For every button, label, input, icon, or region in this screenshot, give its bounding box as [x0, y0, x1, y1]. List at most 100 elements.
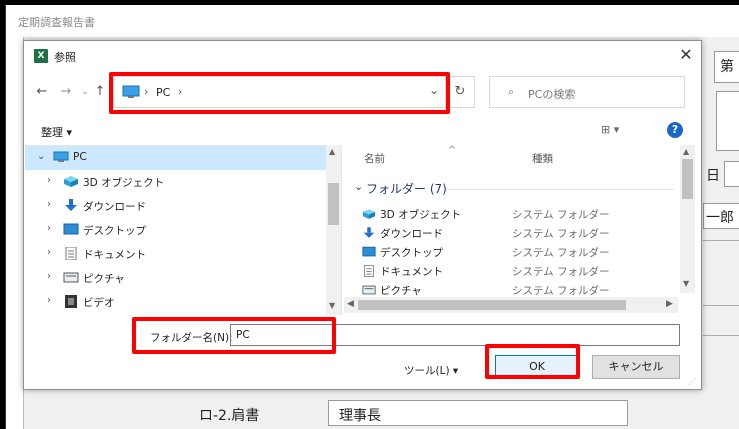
- nav-item-3d-objects[interactable]: › 3D オブジェクト: [25, 170, 341, 194]
- scroll-right-arrow-icon[interactable]: ▶: [666, 299, 673, 309]
- chevron-right-icon[interactable]: ›: [47, 295, 57, 306]
- address-bar[interactable]: › PC › ⌄: [113, 76, 446, 108]
- nav-item-pc[interactable]: ⌄ PC: [25, 146, 341, 170]
- background-divider: [703, 335, 739, 336]
- video-icon: [65, 295, 77, 308]
- file-list-scrollbar[interactable]: ▲ ▼: [680, 145, 695, 293]
- file-row[interactable]: デスクトップ システム フォルダー: [344, 243, 684, 262]
- file-name: デスクトップ: [380, 247, 443, 259]
- chevron-right-icon[interactable]: ›: [47, 247, 57, 258]
- breadcrumb-separator: ›: [178, 85, 183, 98]
- pc-icon: [53, 151, 69, 162]
- pictures-icon: [362, 285, 376, 295]
- navigation-pane[interactable]: ⌄ PC › 3D オブジェクト › ダウンロード › デスクトップ › ドキュ…: [25, 145, 342, 315]
- background-button[interactable]: [716, 91, 739, 151]
- chevron-down-icon[interactable]: ⌄: [37, 151, 47, 162]
- chevron-right-icon[interactable]: ›: [47, 223, 57, 234]
- nav-item-videos[interactable]: › ビデオ: [25, 290, 341, 314]
- folder-name-label: フォルダー名(N):: [150, 332, 233, 344]
- nav-item-label: 3D オブジェクト: [83, 177, 165, 189]
- file-row[interactable]: ダウンロード システム フォルダー: [344, 224, 684, 243]
- nav-item-documents[interactable]: › ドキュメント: [25, 242, 341, 266]
- folder-name-input[interactable]: PC: [230, 324, 680, 346]
- scroll-down-arrow-icon[interactable]: ▼: [683, 279, 689, 288]
- file-list-horizontal-scrollbar[interactable]: ◀ ▶: [344, 297, 678, 313]
- file-name: 3D オブジェクト: [380, 209, 462, 221]
- cancel-button[interactable]: キャンセル: [592, 355, 680, 379]
- background-person-text: 一郎: [706, 210, 734, 226]
- scrollbar-thumb[interactable]: [682, 159, 693, 199]
- document-icon: [65, 247, 77, 260]
- scroll-down-arrow-icon[interactable]: ▼: [329, 301, 335, 310]
- background-tab-label: 第: [720, 59, 734, 75]
- column-header-name[interactable]: 名前: [364, 151, 385, 166]
- scrollbar-thumb[interactable]: [358, 300, 626, 310]
- background-day-field[interactable]: [724, 161, 739, 187]
- close-button[interactable]: ✕: [674, 45, 698, 67]
- view-options-button[interactable]: ⊞ ▾: [601, 123, 619, 136]
- chevron-right-icon[interactable]: ›: [47, 199, 57, 210]
- document-icon: [364, 265, 374, 277]
- nav-item-label: ドキュメント: [83, 249, 146, 261]
- tools-dropdown-button[interactable]: ツール(L) ▾: [404, 363, 458, 378]
- position-field[interactable]: 理事長: [328, 400, 628, 426]
- search-placeholder: PCの検索: [528, 88, 576, 101]
- nav-item-pictures[interactable]: › ピクチャ: [25, 266, 341, 290]
- refresh-button[interactable]: ↻: [445, 76, 475, 108]
- forward-arrow-icon[interactable]: →: [58, 83, 74, 101]
- search-box[interactable]: ⌕ PCの検索: [489, 76, 685, 108]
- background-day-label: 日: [706, 168, 720, 184]
- background-person-field[interactable]: 一郎: [703, 203, 739, 229]
- nav-item-downloads[interactable]: › ダウンロード: [25, 194, 341, 218]
- chevron-right-icon[interactable]: ›: [47, 271, 57, 282]
- breadcrumb-separator: ›: [144, 85, 149, 98]
- group-divider: [446, 189, 674, 190]
- chevron-right-icon[interactable]: ›: [47, 175, 57, 186]
- background-title: 定期調査報告書: [18, 16, 95, 29]
- background-tab[interactable]: 第: [714, 51, 739, 83]
- download-icon: [65, 199, 77, 211]
- dialog-title-bar: X 参照 ✕: [24, 41, 701, 71]
- background-divider: [703, 305, 739, 306]
- group-collapse-icon[interactable]: ⌄: [354, 180, 363, 193]
- nav-item-label: ダウンロード: [83, 201, 146, 213]
- background-divider: [703, 240, 739, 241]
- browse-dialog: X 参照 ✕ ← → ⌄ ↑ › PC › ⌄ ↻ ⌕ PCの検索 整理 ▾ ⊞…: [23, 40, 702, 390]
- recent-dropdown-icon[interactable]: ⌄: [77, 83, 93, 101]
- file-name: ピクチャ: [380, 285, 422, 297]
- nav-pane-scrollbar[interactable]: ▲ ▼: [326, 145, 341, 315]
- search-icon: ⌕: [508, 85, 515, 98]
- 3d-objects-icon: [362, 209, 376, 219]
- ok-button[interactable]: OK: [495, 355, 579, 379]
- file-name: ダウンロード: [380, 228, 443, 240]
- 3d-objects-icon: [64, 176, 78, 187]
- file-row[interactable]: 3D オブジェクト システム フォルダー: [344, 205, 684, 224]
- up-arrow-icon[interactable]: ↑: [92, 83, 108, 101]
- download-icon: [363, 227, 375, 238]
- pictures-icon: [63, 272, 79, 283]
- file-type: システム フォルダー: [512, 209, 610, 221]
- file-row[interactable]: ドキュメント システム フォルダー: [344, 262, 684, 281]
- address-path[interactable]: PC: [156, 86, 170, 99]
- nav-item-label: ビデオ: [83, 297, 115, 309]
- nav-item-label: ピクチャ: [83, 273, 125, 285]
- scroll-up-arrow-icon[interactable]: ▲: [329, 147, 335, 156]
- file-type: システム フォルダー: [512, 266, 610, 278]
- scroll-left-arrow-icon[interactable]: ◀: [347, 299, 354, 309]
- scrollbar-thumb[interactable]: [328, 183, 339, 225]
- folder-name-value: PC: [236, 329, 250, 341]
- nav-item-desktop[interactable]: › デスクトップ: [25, 218, 341, 242]
- pc-icon: [122, 85, 140, 98]
- resize-grip-icon[interactable]: ⋰: [688, 377, 696, 386]
- sort-ascending-icon: ^: [448, 145, 457, 156]
- back-arrow-icon[interactable]: ←: [34, 83, 50, 101]
- nav-item-label: デスクトップ: [83, 225, 146, 237]
- organize-button[interactable]: 整理 ▾: [41, 124, 72, 140]
- file-list-pane[interactable]: ^ 名前 種類 ⌄ フォルダー (7) 3D オブジェクト システム フォルダー…: [344, 145, 698, 300]
- column-header-type[interactable]: 種類: [532, 151, 553, 166]
- scroll-up-arrow-icon[interactable]: ▲: [683, 147, 689, 156]
- file-type: システム フォルダー: [512, 247, 610, 259]
- help-icon[interactable]: ?: [667, 122, 683, 138]
- address-dropdown-icon[interactable]: ⌄: [429, 83, 439, 97]
- group-header[interactable]: フォルダー (7): [366, 180, 447, 197]
